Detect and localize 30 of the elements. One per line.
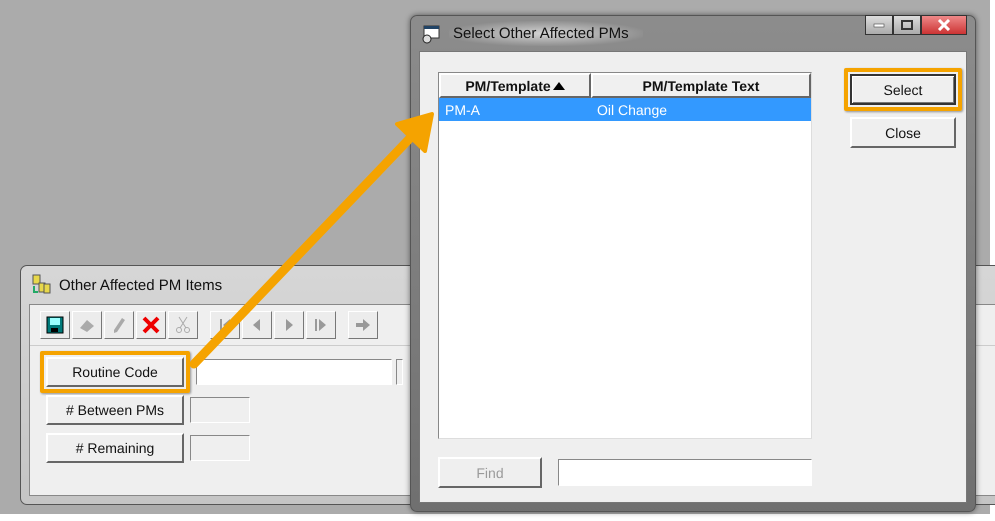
- column-label: PM/Template Text: [642, 78, 760, 94]
- list-cell-text: Oil Change: [596, 102, 668, 118]
- input-field[interactable]: [196, 359, 392, 385]
- input-field[interactable]: [396, 359, 403, 385]
- list-cell-text: PM-A: [444, 102, 481, 118]
- window-title: Other Affected PM Items: [59, 276, 222, 294]
- dialog-button[interactable]: Select: [850, 74, 956, 105]
- field-label-button[interactable]: Routine Code: [46, 357, 184, 387]
- scissors-icon: [174, 316, 192, 334]
- input-field[interactable]: [190, 397, 250, 423]
- maximize-icon: [901, 20, 913, 30]
- column-label: PM/Template: [465, 78, 551, 94]
- minimize-icon: [873, 22, 885, 28]
- app-icon: [31, 274, 53, 296]
- dialog-icon: [421, 24, 441, 44]
- column-header[interactable]: PM/Template Text: [591, 73, 811, 98]
- find-field[interactable]: [558, 459, 812, 486]
- minimize-button[interactable]: [865, 15, 893, 35]
- close-button[interactable]: [921, 15, 967, 35]
- cross-icon: [142, 316, 160, 334]
- toolbar-button[interactable]: [40, 311, 70, 339]
- input-field[interactable]: [190, 435, 250, 461]
- maximize-button[interactable]: [893, 15, 921, 35]
- field-label-button[interactable]: # Between PMs: [46, 395, 184, 425]
- column-header[interactable]: PM/Template: [439, 73, 591, 98]
- field-label-button[interactable]: # Remaining: [46, 433, 184, 463]
- dialog-button[interactable]: Close: [850, 117, 956, 148]
- close-icon: [937, 19, 951, 31]
- arrow-right-icon: [354, 316, 372, 334]
- dialog-title: Select Other Affected PMs: [449, 21, 643, 46]
